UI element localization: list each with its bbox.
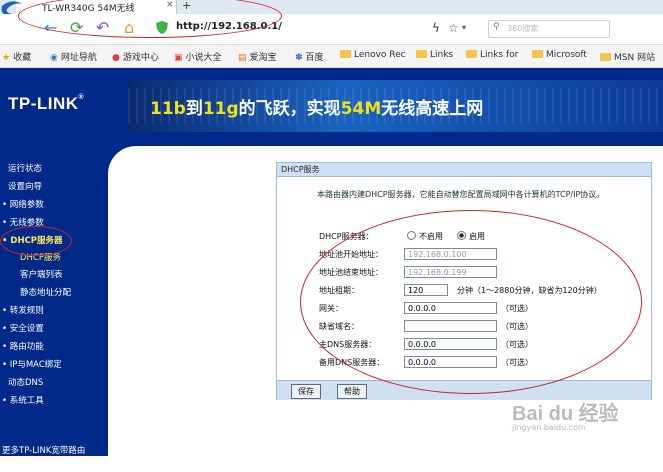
shop-icon: ▤	[238, 53, 247, 63]
folder-icon	[532, 50, 543, 58]
annotation-form-ellipse	[300, 210, 642, 394]
baidu-watermark: Bai du 经验 jingyan.baidu.com	[512, 403, 619, 432]
search-input[interactable]: ⚲ 360搜索	[488, 20, 610, 38]
search-placeholder: 360搜索	[507, 24, 539, 33]
sidebar-item-network[interactable]: • 网络参数	[2, 198, 44, 210]
star-icon[interactable]: ☆	[448, 21, 459, 35]
search-icon: ⚲	[493, 22, 500, 32]
sidebar-item-forwarding[interactable]: • 转发规则	[2, 304, 44, 316]
folder-icon	[340, 50, 351, 58]
sidebar-item-ddns[interactable]: 动态DNS	[8, 376, 43, 388]
globe-icon: ◉	[50, 53, 58, 63]
sidebar-item-ip-mac-binding[interactable]: • IP与MAC绑定	[2, 358, 62, 370]
sidebar-item-client-list[interactable]: 客户端列表	[20, 268, 63, 280]
sidebar-item-status[interactable]: 运行状态	[8, 162, 42, 174]
bookmark-baidu[interactable]: ✽ 百度	[295, 50, 324, 63]
sidebar-item-static-address[interactable]: 静态地址分配	[20, 286, 71, 298]
folder-icon	[600, 53, 611, 61]
banner-slogan: 11b到11g的飞跃，实现54M无线高速上网	[150, 99, 484, 119]
paw-icon: ✽	[295, 53, 303, 63]
sidebar-item-wizard[interactable]: 设置向导	[8, 180, 42, 192]
bookmark-game[interactable]: ● 游戏中心	[112, 50, 159, 63]
annotation-sidebar-ellipse	[0, 226, 72, 256]
bookmark-links-for[interactable]: Links for	[466, 50, 518, 60]
panel-title-bar: DHCP服务	[277, 163, 651, 177]
bookmark-novel[interactable]: ▣ 小说大全	[174, 50, 222, 63]
sidebar-item-security[interactable]: • 安全设置	[2, 322, 44, 334]
slogan-area: 11b到11g的飞跃，实现54M无线高速上网	[128, 80, 663, 132]
bookmarks-bar: ★ 收藏 ◉ 网址导航 ● 游戏中心 ▣ 小说大全 ▤ 爱淘宝 ✽ 百度 Lenovo Re…	[0, 45, 663, 68]
panel-description: 本路由器内建DHCP服务器，它能自动替您配置局域网中各计算机的TCP/IP协议。	[317, 190, 605, 199]
save-button[interactable]: 保存	[291, 384, 321, 399]
book-icon: ▣	[174, 53, 183, 63]
star-icon: ★	[2, 53, 11, 63]
game-icon: ●	[112, 53, 120, 63]
router-banner: TP-LINK® 11b到11g的飞跃，实现54M无线高速上网	[0, 68, 663, 136]
bookmark-nav[interactable]: ◉ 网址导航	[50, 50, 97, 63]
panel-title: DHCP服务	[281, 165, 320, 174]
bookmark-msn[interactable]: MSN 网站	[600, 50, 655, 63]
tp-link-logo: TP-LINK®	[8, 94, 85, 113]
sidebar-item-routing[interactable]: • 路由功能	[2, 340, 44, 352]
bookmark-lenovo[interactable]: Lenovo Rec	[340, 50, 406, 60]
sidebar-more-link[interactable]: 更多TP-LINK宽带路由 器，请点击查看 >>	[2, 444, 85, 472]
dropdown-icon[interactable]: ▾	[462, 23, 466, 32]
help-button[interactable]: 帮助	[337, 384, 367, 399]
folder-icon	[466, 50, 477, 58]
bookmark-links[interactable]: Links	[416, 50, 453, 60]
bookmark-favorites[interactable]: ★ 收藏	[2, 50, 31, 63]
bookmark-microsoft[interactable]: Microsoft	[532, 50, 587, 60]
bookmark-taobao[interactable]: ▤ 爱淘宝	[238, 50, 277, 63]
lightning-icon[interactable]: ϟ	[432, 21, 440, 35]
folder-icon	[416, 50, 427, 58]
sidebar-item-system-tools[interactable]: • 系统工具	[2, 394, 44, 406]
